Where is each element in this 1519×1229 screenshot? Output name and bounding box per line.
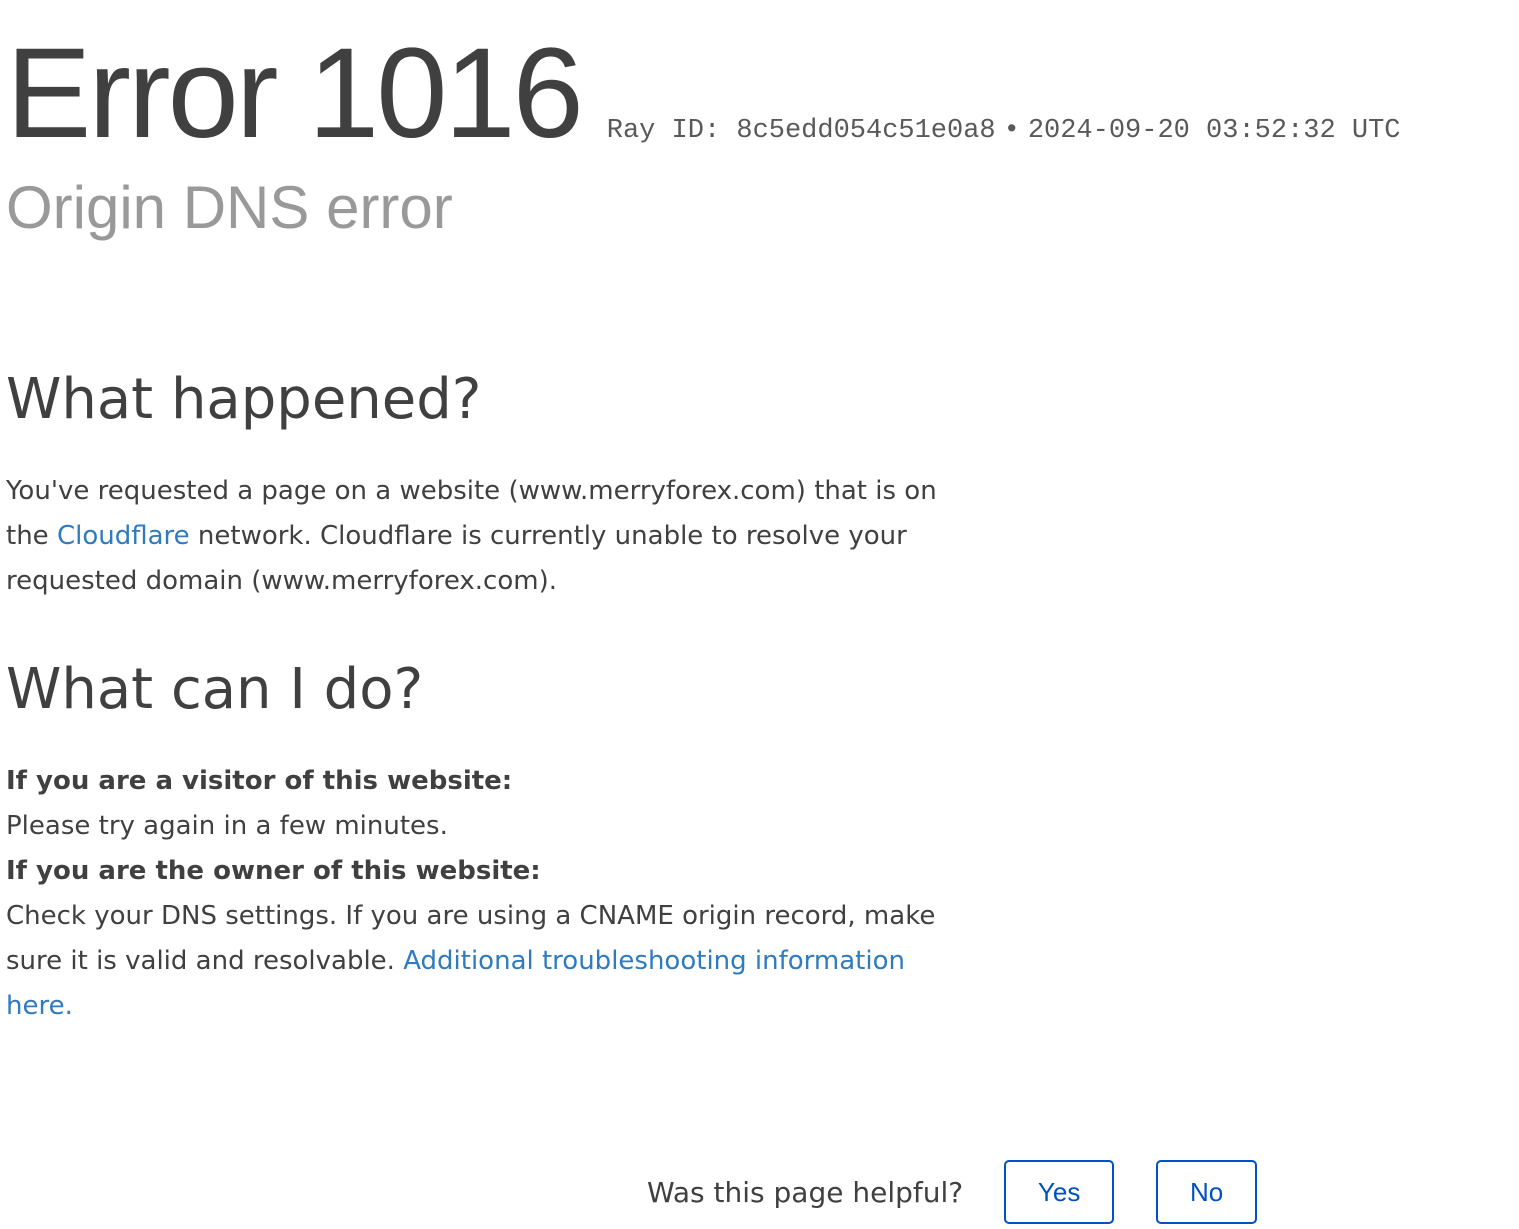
feedback-bar: Was this page helpful? Yes No [647, 1160, 1258, 1224]
visitor-label: If you are a visitor of this website: [6, 766, 513, 796]
visitor-instructions: If you are a visitor of this website: Ple… [6, 759, 956, 1029]
feedback-question: Was this page helpful? [647, 1175, 964, 1209]
cloudflare-link[interactable]: Cloudflare [57, 521, 190, 551]
ray-id-value: 8c5edd054c51e0a8 [736, 116, 996, 146]
feedback-no-button[interactable]: No [1156, 1160, 1258, 1224]
error-header: Error 1016 Ray ID: 8c5edd054c51e0a8 • 2024-… [6, 30, 1401, 158]
what-can-i-do-section: What can I do? If you are a visitor of t… [6, 655, 956, 1029]
feedback-yes-button[interactable]: Yes [1004, 1160, 1115, 1224]
what-happened-heading: What happened? [6, 367, 482, 432]
owner-label: If you are the owner of this website: [6, 856, 541, 886]
error-timestamp: 2024-09-20 03:52:32 UTC [1027, 116, 1401, 146]
meta-separator: • [1003, 116, 1020, 146]
visitor-text: Please try again in a few minutes. [6, 811, 448, 841]
what-happened-text: You've requested a page on a website (ww… [6, 469, 956, 604]
error-title: Error 1016 [6, 22, 584, 165]
error-subtitle: Origin DNS error [6, 174, 453, 241]
what-can-i-do-heading: What can I do? [6, 657, 424, 722]
what-happened-section: What happened? You've requested a page o… [6, 365, 956, 604]
ray-id-label: Ray ID: [606, 116, 721, 146]
ray-id-info: Ray ID: 8c5edd054c51e0a8 • 2024-09-20 03:5… [607, 116, 1401, 146]
